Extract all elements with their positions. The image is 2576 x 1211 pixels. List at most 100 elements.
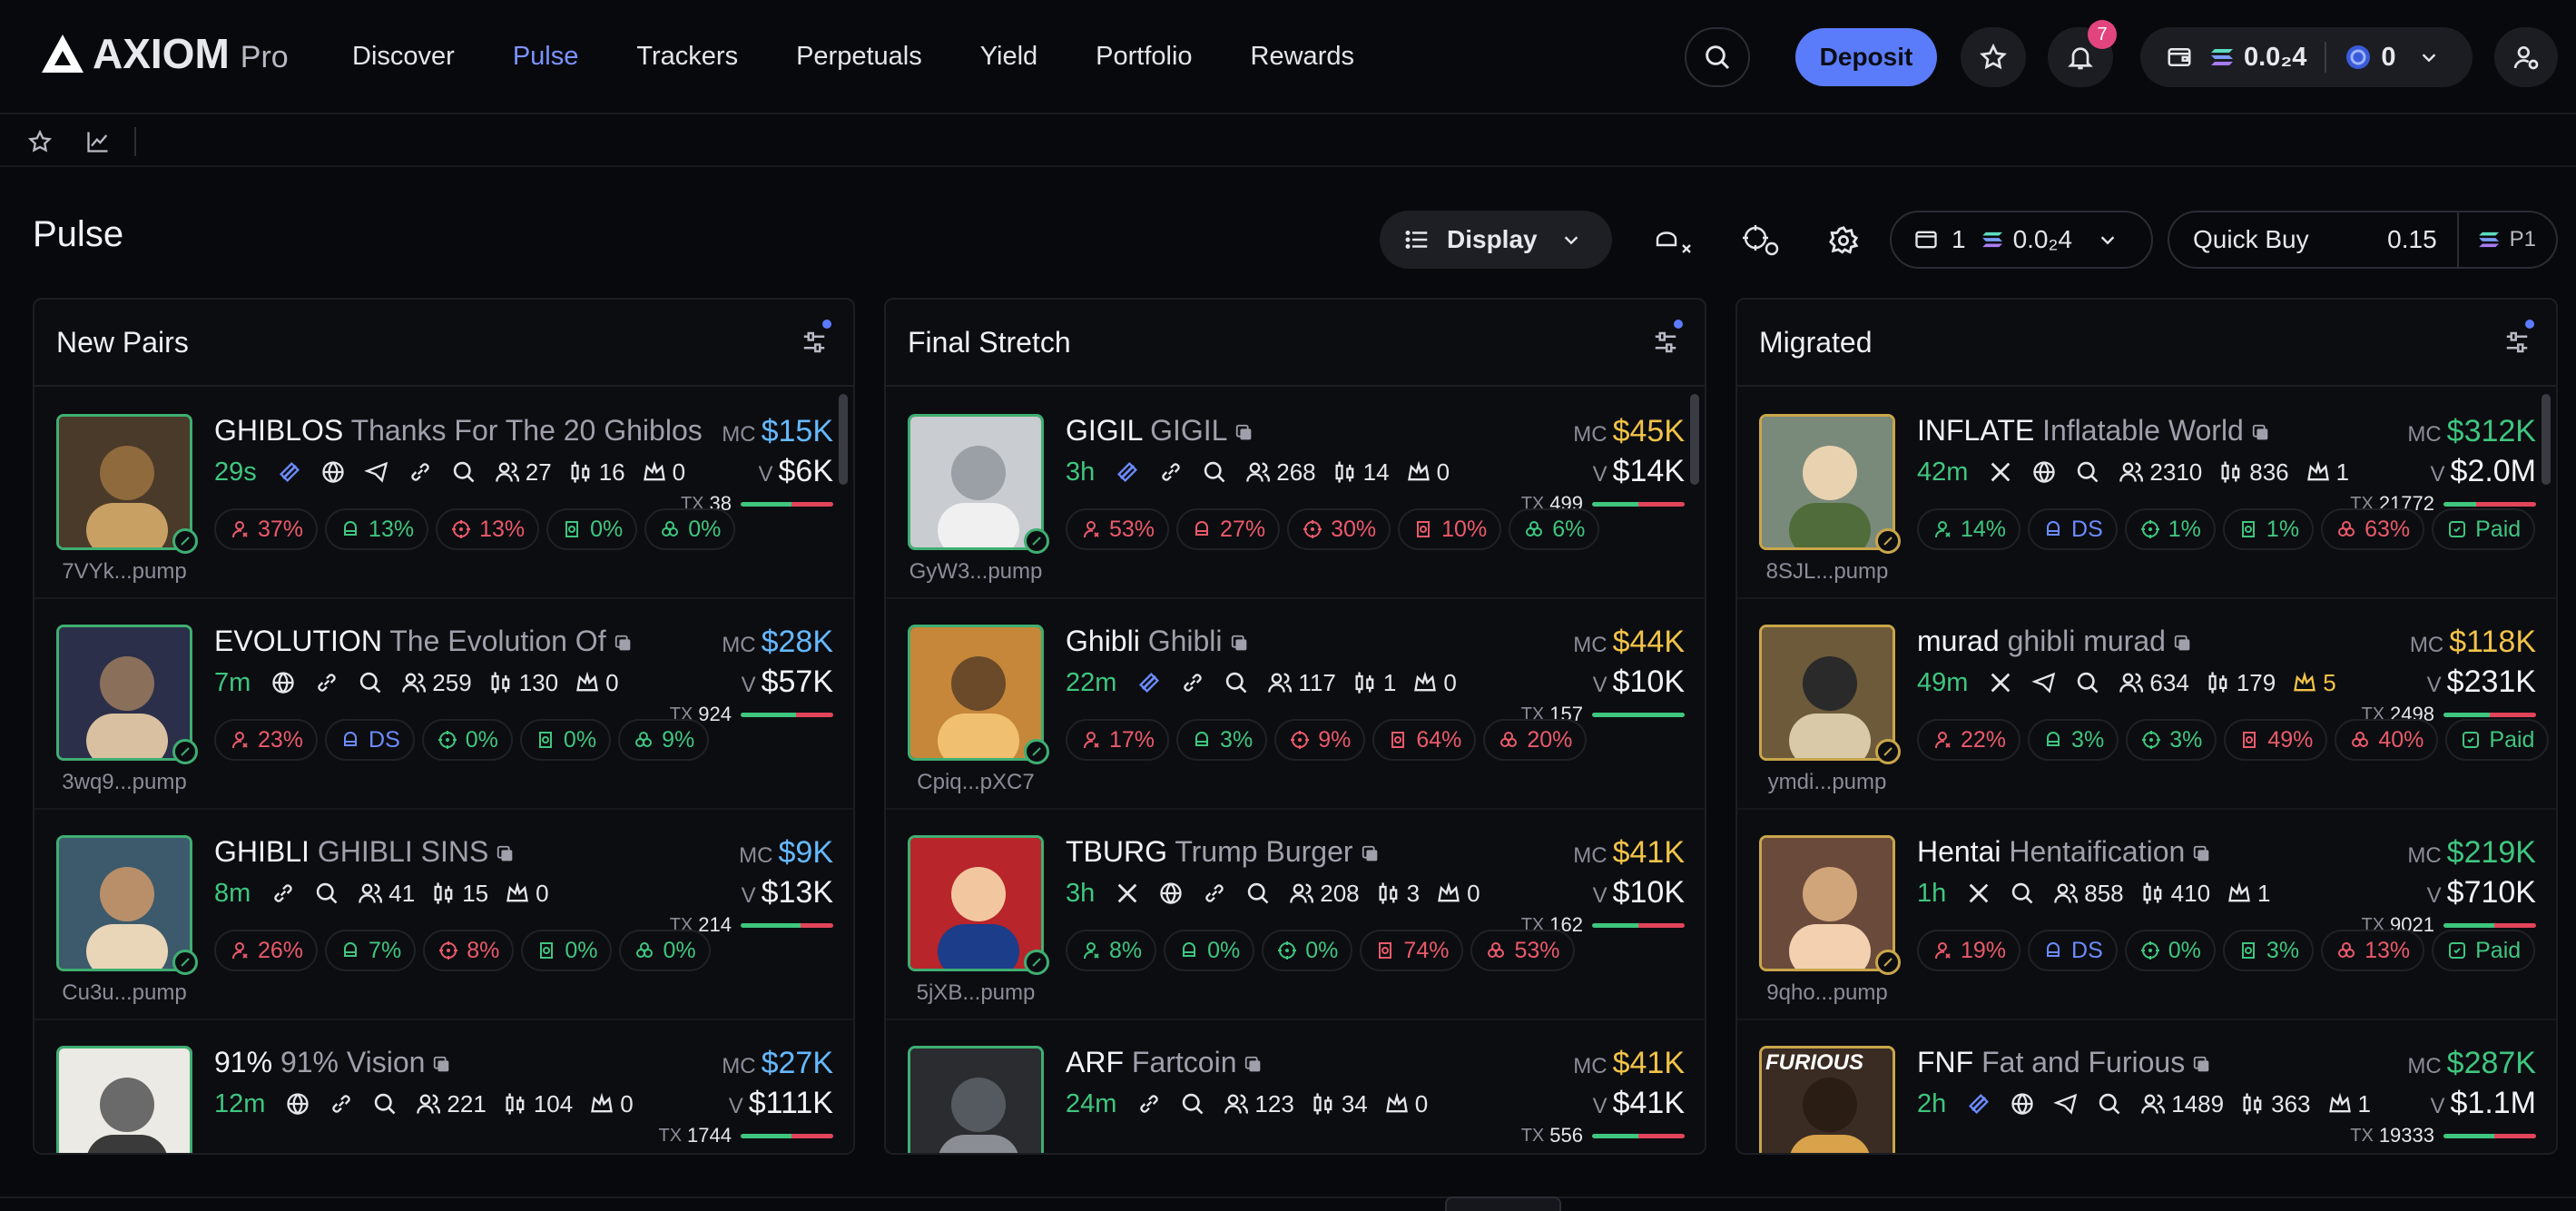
insiders-pill[interactable]: 0% bbox=[519, 719, 612, 761]
bundlers-pill[interactable]: 13% bbox=[2321, 930, 2425, 971]
token-address[interactable]: ymdi...pump bbox=[1737, 770, 1917, 795]
token-avatar[interactable] bbox=[56, 835, 192, 971]
account-button[interactable] bbox=[2494, 27, 2558, 87]
copy-icon[interactable] bbox=[432, 1055, 452, 1075]
search-icon[interactable] bbox=[1180, 1091, 1205, 1117]
copy-icon[interactable] bbox=[614, 634, 634, 654]
snipers-pill[interactable]: 3% bbox=[2126, 719, 2217, 761]
dev-holding-pill[interactable]: 27% bbox=[1176, 508, 1281, 550]
token-address[interactable]: 5jXB...pump bbox=[886, 980, 1066, 1006]
token-title[interactable]: GHIBLOS Thanks For The 20 Ghiblos bbox=[214, 414, 703, 448]
dev-holding-pill[interactable]: DS bbox=[2028, 508, 2118, 550]
token-avatar[interactable] bbox=[56, 625, 192, 761]
search-icon[interactable] bbox=[1224, 670, 1249, 695]
deposit-button[interactable]: Deposit bbox=[1795, 28, 1937, 86]
token-title[interactable]: murad ghibli murad bbox=[1917, 625, 2193, 658]
dex-paid-pill[interactable]: Paid bbox=[2432, 930, 2536, 971]
token-card[interactable]: 3wq9...pump EVOLUTION The Evolution Of 7m 2… bbox=[34, 599, 853, 810]
token-avatar[interactable] bbox=[1759, 835, 1895, 971]
nav-yield[interactable]: Yield bbox=[980, 38, 1037, 74]
snipers-pill[interactable]: 0% bbox=[2124, 930, 2216, 971]
insiders-pill[interactable]: 0% bbox=[521, 930, 613, 971]
token-avatar[interactable] bbox=[908, 1046, 1044, 1153]
display-dropdown[interactable]: Display bbox=[1380, 211, 1612, 269]
nav-trackers[interactable]: Trackers bbox=[636, 38, 738, 74]
website-icon[interactable] bbox=[270, 670, 296, 695]
bundlers-pill[interactable]: 6% bbox=[1509, 508, 1600, 550]
search-icon[interactable] bbox=[314, 881, 339, 906]
token-title[interactable]: TBURG Trump Burger bbox=[1066, 835, 1381, 869]
token-avatar[interactable] bbox=[908, 414, 1044, 550]
dev-holding-pill[interactable]: 3% bbox=[1176, 719, 1268, 761]
pump-icon[interactable] bbox=[1136, 670, 1162, 695]
token-address[interactable]: 7VYk...pump bbox=[34, 559, 214, 585]
insiders-pill[interactable]: 0% bbox=[546, 508, 638, 550]
insiders-pill[interactable]: 10% bbox=[1398, 508, 1502, 550]
bundlers-pill[interactable]: 40% bbox=[2335, 719, 2439, 761]
search-icon[interactable] bbox=[2010, 881, 2035, 906]
dev-holding-pill[interactable]: DS bbox=[2028, 930, 2118, 971]
x-icon[interactable] bbox=[1966, 881, 1991, 906]
copy-icon[interactable] bbox=[1361, 844, 1381, 864]
link-icon[interactable] bbox=[408, 459, 433, 485]
top-holders-pill[interactable]: 26% bbox=[214, 930, 319, 971]
telegram-icon[interactable] bbox=[2053, 1091, 2079, 1117]
nav-portfolio[interactable]: Portfolio bbox=[1096, 38, 1192, 74]
token-address[interactable]: Cu3u...pump bbox=[34, 980, 214, 1006]
nav-discover[interactable]: Discover bbox=[352, 38, 455, 74]
website-icon[interactable] bbox=[2031, 459, 2057, 485]
axiom-logo[interactable]: AXIOM Pro bbox=[40, 33, 289, 74]
token-title[interactable]: ARF Fartcoin bbox=[1066, 1046, 1263, 1079]
website-icon[interactable] bbox=[320, 459, 346, 485]
token-title[interactable]: 91% 91% Vision bbox=[214, 1046, 452, 1079]
token-card[interactable]: ARF Fartcoin 24m 123 34 0 MC $41K V $41K TX 556 bbox=[886, 1020, 1705, 1153]
column-filter-icon[interactable] bbox=[1652, 329, 1679, 356]
token-title[interactable]: Hentai Hentaification bbox=[1917, 835, 2212, 869]
wallet-selector[interactable]: 1 0.0₂4 bbox=[1890, 211, 2153, 269]
top-holders-pill[interactable]: 53% bbox=[1066, 508, 1170, 550]
nav-pulse[interactable]: Pulse bbox=[513, 38, 579, 74]
token-card[interactable]: Cu3u...pump GHIBLI GHIBLI SINS 8m 41 15 0 MC $9… bbox=[34, 810, 853, 1020]
top-holders-pill[interactable]: 17% bbox=[1066, 719, 1170, 761]
search-icon[interactable] bbox=[451, 459, 477, 485]
copy-icon[interactable] bbox=[2173, 634, 2193, 654]
search-icon[interactable] bbox=[1245, 881, 1271, 906]
insiders-pill[interactable]: 49% bbox=[2224, 719, 2328, 761]
search-icon[interactable] bbox=[358, 670, 383, 695]
bundlers-pill[interactable]: 63% bbox=[2321, 508, 2425, 550]
x-icon[interactable] bbox=[1115, 881, 1140, 906]
copy-icon[interactable] bbox=[1230, 634, 1250, 654]
nav-rewards[interactable]: Rewards bbox=[1251, 38, 1354, 74]
token-address[interactable]: 8SJL...pump bbox=[1737, 559, 1917, 585]
dex-paid-pill[interactable]: Paid bbox=[2432, 508, 2536, 550]
top-holders-pill[interactable]: 37% bbox=[214, 508, 319, 550]
link-icon[interactable] bbox=[329, 1091, 354, 1117]
column-filter-icon[interactable] bbox=[2503, 329, 2531, 356]
token-card[interactable]: 7VYk...pump GHIBLOS Thanks For The 20 Ghi… bbox=[34, 389, 853, 599]
snipers-pill[interactable]: 30% bbox=[1287, 508, 1391, 550]
token-title[interactable]: GHIBLI GHIBLI SINS bbox=[214, 835, 516, 869]
search-icon[interactable] bbox=[2075, 459, 2100, 485]
watchlist-button[interactable] bbox=[1961, 27, 2026, 87]
copy-icon[interactable] bbox=[496, 844, 516, 864]
dev-holding-pill[interactable]: DS bbox=[325, 719, 415, 761]
search-icon[interactable] bbox=[1202, 459, 1227, 485]
nav-perpetuals[interactable]: Perpetuals bbox=[796, 38, 922, 74]
dex-paid-pill[interactable]: Paid bbox=[2445, 719, 2550, 761]
snipers-pill[interactable]: 0% bbox=[1262, 930, 1353, 971]
bundlers-pill[interactable]: 9% bbox=[618, 719, 710, 761]
search-icon[interactable] bbox=[2097, 1091, 2122, 1117]
x-icon[interactable] bbox=[1988, 670, 2013, 695]
token-card[interactable]: 5jXB...pump TBURG Trump Burger 3h 208 3 0 MC $4… bbox=[886, 810, 1705, 1020]
hide-tokens-icon[interactable] bbox=[1654, 225, 1696, 258]
column-filter-icon[interactable] bbox=[801, 329, 828, 356]
token-title[interactable]: EVOLUTION The Evolution Of bbox=[214, 625, 634, 658]
token-card[interactable]: 91% 91% Vision 12m 221 104 0 MC $27K V $111K TX 17… bbox=[34, 1020, 853, 1153]
token-avatar[interactable] bbox=[56, 1046, 192, 1153]
settings-gear-icon[interactable] bbox=[1828, 225, 1859, 256]
bundlers-pill[interactable]: 53% bbox=[1470, 930, 1575, 971]
pump-icon[interactable] bbox=[1966, 1091, 1991, 1117]
token-avatar[interactable] bbox=[908, 835, 1044, 971]
dev-holding-pill[interactable]: 13% bbox=[325, 508, 429, 550]
bundlers-pill[interactable]: 0% bbox=[644, 508, 736, 550]
